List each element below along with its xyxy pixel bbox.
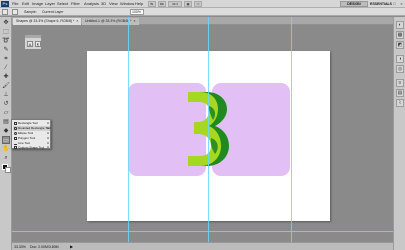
hand-icon[interactable]: ✋ [2,145,10,153]
tool-preset-icon[interactable] [2,9,8,15]
background-color-swatch[interactable] [5,167,11,173]
guide-vertical[interactable] [128,17,129,242]
opacity-field[interactable]: 100% [130,9,144,15]
eraser-icon[interactable]: ▱ [2,109,10,117]
guide-horizontal[interactable] [12,231,393,232]
menu-select[interactable]: Select [57,1,68,7]
minibridge-button[interactable]: Mb [158,1,166,7]
paths-icon[interactable]: ⌇ [396,99,404,107]
menu-window[interactable]: Window [120,1,134,7]
guide-vertical[interactable] [291,17,292,242]
sample-label: Sample: [24,10,37,14]
line-icon [14,142,17,145]
bridge-icon: Br [150,2,154,6]
character-panel-button[interactable]: A [27,41,33,47]
menu-image[interactable]: Image [32,1,43,7]
app-logo: Ps [1,1,9,7]
zoom-icon[interactable]: ⌕ [2,154,10,162]
guide-vertical[interactable] [208,17,209,242]
menu-filter[interactable]: Filter [71,1,80,7]
rectangle-icon [14,121,17,125]
close-button[interactable]: × [398,1,405,7]
blur-icon[interactable]: ◆ [2,127,10,135]
maximize-button[interactable]: □ [391,1,398,7]
ellipse-icon [14,131,17,135]
sample-size-icon[interactable] [12,9,18,15]
tab-shapes[interactable]: Shapes @ 33.3% (Shape 6, RGB/8) * × [13,18,82,25]
adjustments-icon[interactable]: ◑ [396,55,404,63]
status-doc-size: Doc: 2.00M/3.80M [30,245,59,249]
panel-header[interactable] [25,35,41,38]
close-icon[interactable]: × [134,19,136,23]
swatches-icon[interactable]: ▦ [396,31,404,39]
menu-help[interactable]: Help [135,1,143,7]
styles-icon[interactable]: ◩ [396,41,404,49]
menu-3d[interactable]: 3D [101,1,106,7]
tab-label: Shapes @ 33.3% (Shape 6, RGB/8) * [16,19,75,23]
masks-icon[interactable]: ◎ [396,65,404,73]
menu-file[interactable]: File [12,1,18,7]
stamp-icon[interactable]: ⊥ [2,91,10,99]
screen-mode-icon: ▭ [196,2,200,6]
channels-icon[interactable]: ▤ [396,89,404,97]
shape-tool-flyout: Rectangle Tool U Rounded Rectangle Tool U … [11,119,51,149]
crop-icon[interactable]: ⌗ [2,55,10,63]
brush-icon[interactable]: 🖌 [2,82,10,90]
paragraph-panel-button[interactable]: ¶ [35,41,41,47]
polygon-icon [14,136,17,140]
sample-layer-select[interactable]: Current Layer [42,9,63,15]
color-icon[interactable]: ◐ [396,21,404,29]
screen-mode-button[interactable]: ▭ [194,1,202,7]
history-brush-icon[interactable]: ↺ [2,100,10,108]
status-bar: 33.33% Doc: 2.00M/3.80M ▶ [12,242,393,250]
menu-edit[interactable]: Edit [22,1,29,7]
close-icon[interactable]: × [76,19,78,23]
tab-label: Untitled-1 @ 33.3% (RGB/8) * [85,19,132,23]
move-icon[interactable]: ✥ [2,19,10,27]
rounded-rectangle-icon [14,126,17,130]
minibridge-icon: Mb [159,2,165,6]
options-bar: Sample: Current Layer 100% [0,8,405,16]
tab-untitled[interactable]: Untitled-1 @ 33.3% (RGB/8) * × [82,18,139,25]
status-menu-arrow[interactable]: ▶ [70,244,73,250]
shape-icon[interactable]: ▭ [2,136,10,144]
eyedropper-icon[interactable]: ⁄ [2,64,10,72]
menu-bar: Ps File Edit Image Layer Select Filter A… [0,0,405,8]
arrange-documents-button[interactable]: ▦ [184,1,192,7]
document-tab-bar: Shapes @ 33.3% (Shape 6, RGB/8) * × Untit… [12,17,393,25]
right-panel-dock: ◐ ▦ ◩ ◑ ◎ ≡ ▤ ⌇ [393,17,405,250]
design-workspace-button[interactable]: DESIGN [340,1,368,7]
menu-layer[interactable]: Layer [45,1,55,7]
flyout-custom-shape-tool[interactable]: Custom Shape Tool U [13,146,50,149]
bridge-button[interactable]: Br [148,1,156,7]
grid-icon: ▦ [186,2,190,6]
quick-select-icon[interactable]: ✎ [2,46,10,54]
marquee-icon[interactable]: ⬚ [2,28,10,36]
status-zoom[interactable]: 33.33% [14,244,26,250]
gradient-icon[interactable]: ▤ [2,118,10,126]
menu-analysis[interactable]: Analysis [84,1,99,7]
menu-view[interactable]: View [109,1,118,7]
lasso-icon[interactable]: ➰ [2,37,10,45]
minimize-button[interactable]: – [384,1,391,7]
healing-icon[interactable]: ✚ [2,73,10,81]
layers-icon[interactable]: ≡ [396,79,404,87]
zoom-level-select[interactable]: 33.3 [168,1,182,7]
character-mini-panel: A ¶ [24,34,42,50]
custom-shape-icon [14,146,17,149]
